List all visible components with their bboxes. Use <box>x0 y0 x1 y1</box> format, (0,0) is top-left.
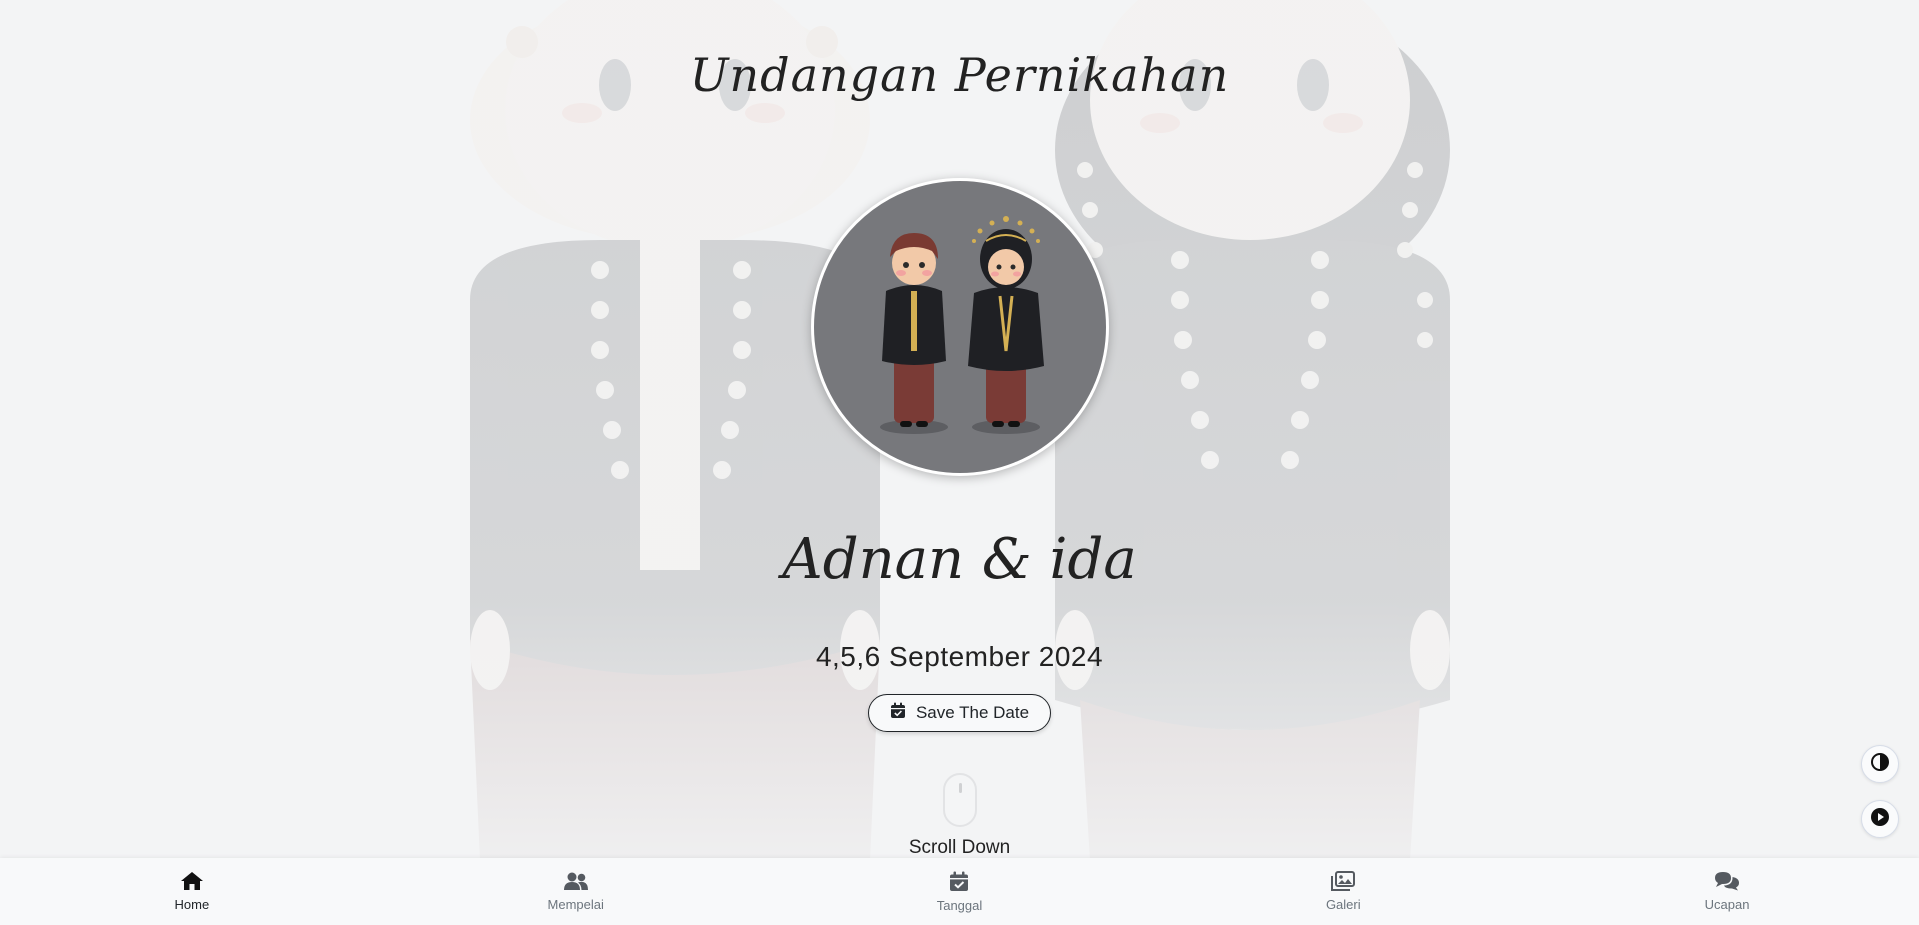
nav-ucapan[interactable]: Ucapan <box>1535 858 1919 925</box>
nav-tanggal[interactable]: Tanggal <box>768 858 1152 925</box>
nav-home-label: Home <box>174 897 210 912</box>
scroll-down-label: Scroll Down <box>908 837 1011 858</box>
bottom-navigation: Home Mempelai Tanggal Galeri Ucapan <box>0 858 1919 925</box>
hero-section: Undangan Pernikahan Adnan & ida 4,5,6 Se… <box>0 0 1919 860</box>
nav-galeri-label: Galeri <box>1325 897 1361 912</box>
comments-icon <box>1714 871 1740 891</box>
couple-avatar <box>811 178 1109 476</box>
nav-galeri[interactable]: Galeri <box>1151 858 1535 925</box>
play-circle-icon <box>1870 807 1890 831</box>
theme-toggle-button[interactable] <box>1861 745 1899 783</box>
images-icon <box>1331 871 1356 891</box>
users-icon <box>563 871 589 891</box>
nav-mempelai-label: Mempelai <box>547 897 604 912</box>
music-play-button[interactable] <box>1861 800 1899 838</box>
nav-ucapan-label: Ucapan <box>1704 897 1750 912</box>
save-the-date-label: Save The Date <box>915 703 1030 722</box>
nav-tanggal-label: Tanggal <box>936 897 983 913</box>
contrast-icon <box>1870 752 1890 776</box>
couple-names: Adnan & ida <box>782 527 1137 592</box>
home-icon <box>180 871 204 891</box>
wedding-date: 4,5,6 September 2024 <box>815 641 1104 672</box>
invitation-title: Undangan Pernikahan <box>689 48 1230 102</box>
save-the-date-button[interactable]: Save The Date <box>868 694 1051 732</box>
calendar-check-icon <box>949 871 969 892</box>
nav-mempelai[interactable]: Mempelai <box>384 858 768 925</box>
scroll-mouse-icon <box>943 773 977 827</box>
nav-home[interactable]: Home <box>0 858 384 925</box>
calendar-check-icon <box>890 702 906 724</box>
